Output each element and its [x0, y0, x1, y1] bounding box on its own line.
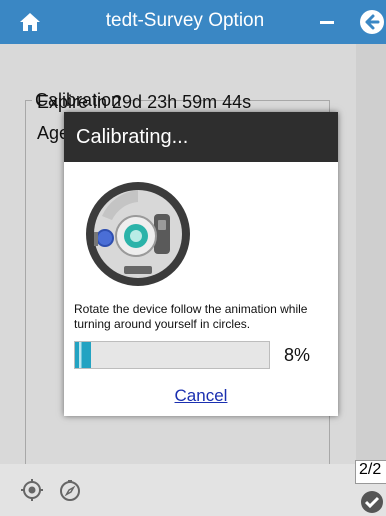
progress-percent: 8% [284, 345, 311, 365]
minimize-icon[interactable] [320, 21, 334, 24]
compass-icon[interactable] [58, 478, 82, 502]
checkmark-icon[interactable] [360, 490, 384, 514]
gps-target-icon[interactable] [20, 478, 44, 502]
title-bar: tedt-Survey Option [0, 0, 386, 44]
cancel-button[interactable]: Cancel [64, 386, 338, 406]
instruction-text: Rotate the device follow the animation w… [74, 302, 308, 331]
progress-bar [74, 341, 270, 369]
device-rotation-icon [86, 182, 190, 286]
calibrating-dialog: Calibrating... Rotate the device follow … [64, 112, 338, 416]
home-icon[interactable] [18, 10, 42, 34]
footer-bar [0, 464, 386, 516]
page-indicator: 2/2 [355, 460, 386, 484]
expire-text: Expire in 29d 23h 59m 44s [37, 92, 252, 112]
back-arrow-icon[interactable] [359, 9, 385, 35]
side-strip [356, 44, 386, 464]
progress-fill [75, 342, 91, 368]
dialog-title-bar: Calibrating... [64, 112, 338, 162]
dialog-title: Calibrating... [76, 126, 189, 148]
app-title: tedt-Survey Option [105, 10, 265, 31]
